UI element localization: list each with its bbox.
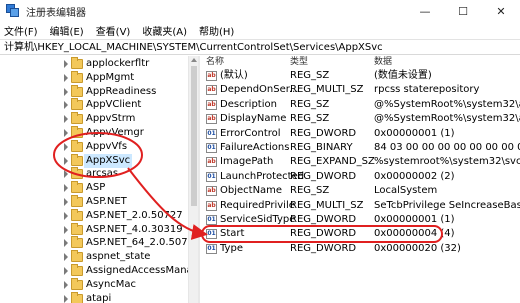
annotation-overlay xyxy=(53,132,443,243)
highlight-start-row xyxy=(201,225,443,243)
annotation-arrow xyxy=(127,167,208,240)
